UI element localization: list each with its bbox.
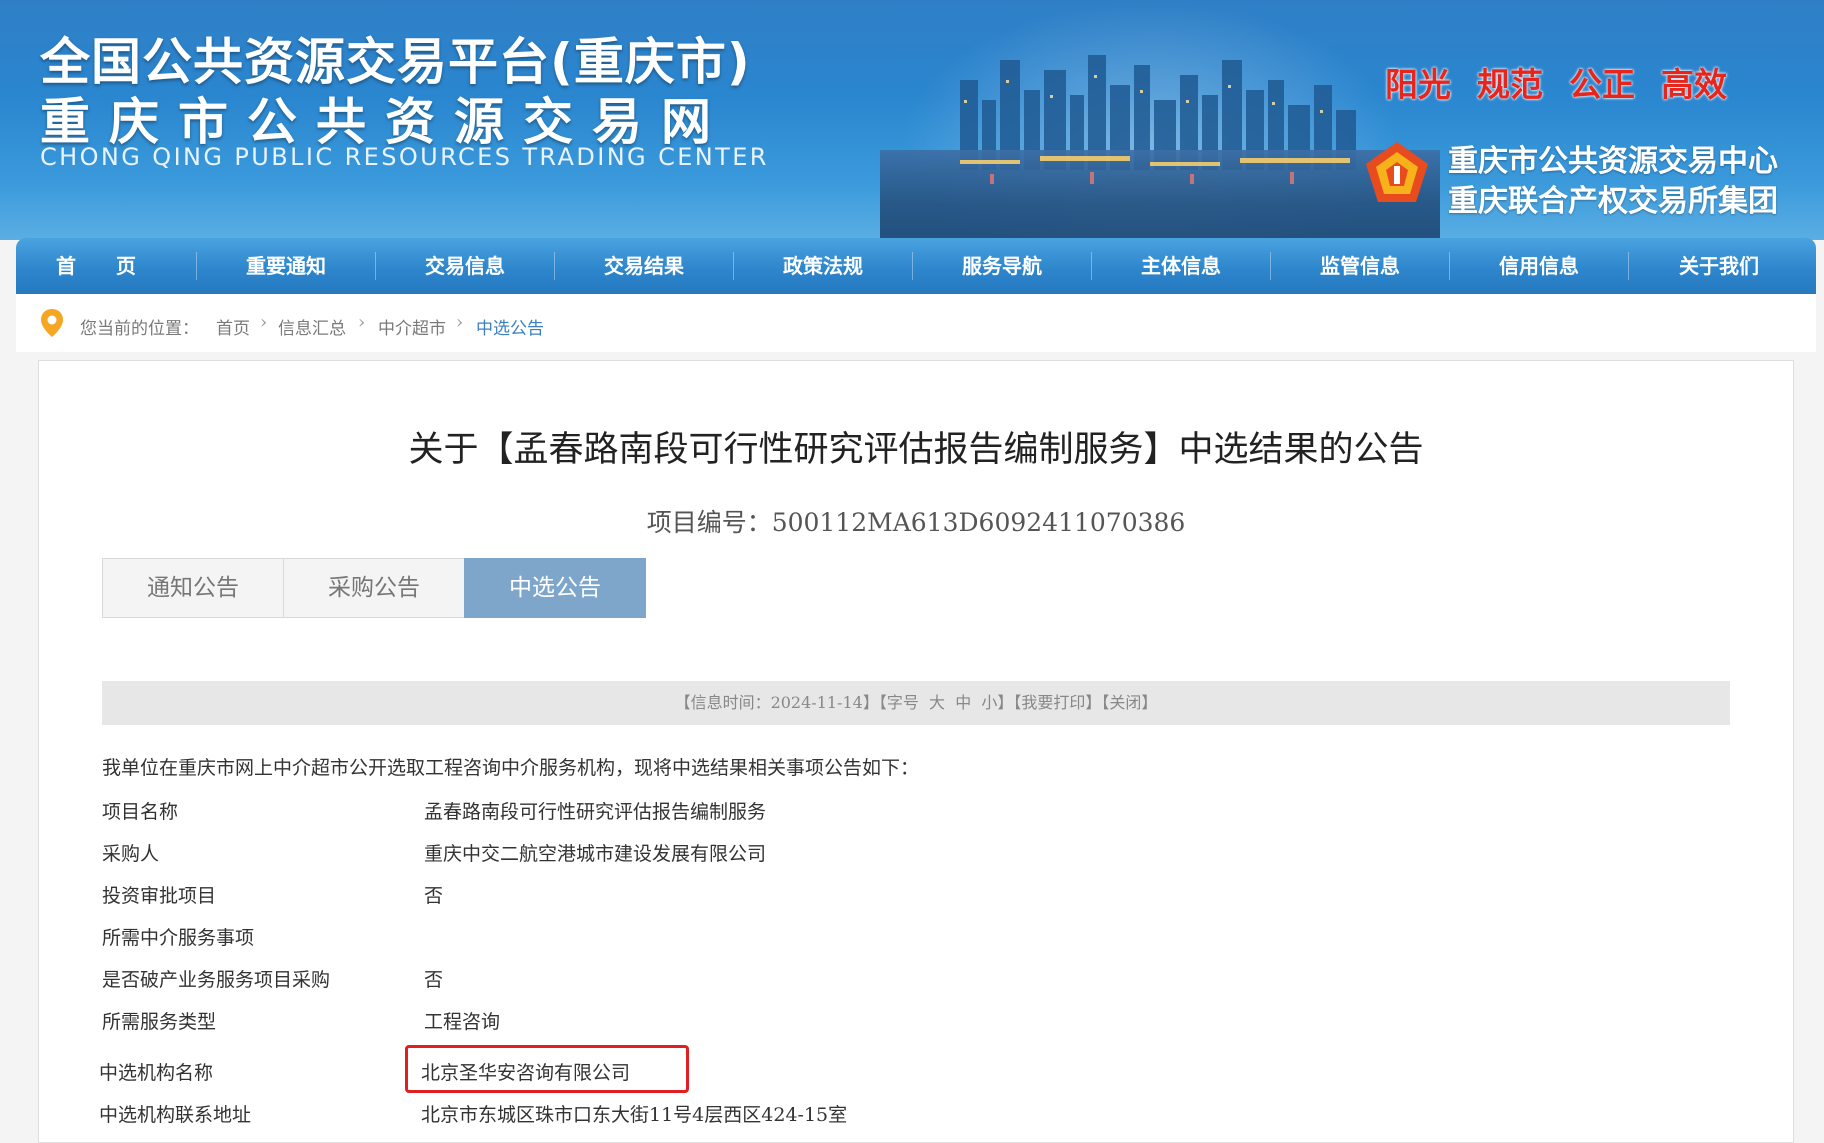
nav-service-guide[interactable]: 服务导航 bbox=[913, 238, 1091, 294]
nav-important-notice[interactable]: 重要通知 bbox=[197, 238, 375, 294]
breadcrumb-chevron-icon: › bbox=[260, 312, 268, 333]
detail-value: 工程咨询 bbox=[424, 1011, 501, 1033]
detail-key: 中选机构名称 bbox=[99, 1062, 214, 1084]
detail-key: 采购人 bbox=[102, 843, 160, 865]
nav-policy[interactable]: 政策法规 bbox=[734, 238, 912, 294]
tab-selection-result[interactable]: 中选公告 bbox=[464, 558, 646, 618]
breadcrumb-home[interactable]: 首页 bbox=[216, 314, 250, 339]
detail-key: 中选机构联系地址 bbox=[99, 1104, 252, 1126]
font-small-button[interactable]: 小】 bbox=[981, 693, 1013, 712]
site-banner: 全国公共资源交易平台(重庆市) 重庆市公共资源交易网 CHONG QING PU… bbox=[0, 0, 1824, 240]
org-name-line2: 重庆联合产权交易所集团 bbox=[1448, 184, 1778, 219]
tab-procurement[interactable]: 采购公告 bbox=[283, 558, 465, 618]
location-pin-icon bbox=[41, 309, 63, 337]
nav-supervision-info[interactable]: 监管信息 bbox=[1271, 238, 1449, 294]
slogan-3: 公正 bbox=[1569, 65, 1635, 104]
slogan-4: 高效 bbox=[1661, 65, 1727, 104]
breadcrumb-info-summary[interactable]: 信息汇总 bbox=[278, 314, 346, 339]
city-lights-image bbox=[960, 156, 1350, 184]
nav-about-us[interactable]: 关于我们 bbox=[1629, 238, 1809, 294]
nav-trade-results[interactable]: 交易结果 bbox=[555, 238, 733, 294]
font-medium-button[interactable]: 中 bbox=[955, 693, 971, 712]
detail-value: 重庆中交二航空港城市建设发展有限公司 bbox=[424, 843, 767, 865]
detail-key: 投资审批项目 bbox=[102, 885, 217, 907]
breadcrumb-agency-market[interactable]: 中介超市 bbox=[378, 314, 446, 339]
detail-value: 否 bbox=[424, 969, 444, 991]
highlight-box bbox=[405, 1045, 689, 1093]
detail-value: 孟春路南段可行性研究评估报告编制服务 bbox=[424, 801, 767, 823]
article-panel: 关于【孟春路南段可行性研究评估报告编制服务】中选结果的公告 项目编号：50011… bbox=[38, 360, 1794, 1143]
detail-value: 北京市东城区珠市口东大街11号4层西区424-15室 bbox=[421, 1104, 848, 1126]
detail-value: 否 bbox=[424, 885, 444, 907]
intro-text: 我单位在重庆市网上中介超市公开选取工程咨询中介服务机构，现将中选结果相关事项公告… bbox=[102, 757, 920, 779]
slogan-2: 规范 bbox=[1477, 65, 1543, 104]
font-size-label: 【字号 bbox=[878, 693, 919, 712]
breadcrumb-current[interactable]: 中选公告 bbox=[476, 314, 544, 339]
banner-title-english: CHONG QING PUBLIC RESOURCES TRADING CENT… bbox=[40, 143, 769, 171]
trading-center-logo-icon bbox=[1366, 142, 1428, 202]
close-button[interactable]: 【关闭】 bbox=[1101, 693, 1157, 712]
detail-key: 项目名称 bbox=[102, 801, 179, 823]
tab-notice[interactable]: 通知公告 bbox=[102, 558, 284, 618]
page-title: 关于【孟春路南段可行性研究评估报告编制服务】中选结果的公告 bbox=[408, 430, 1424, 470]
info-time: 【信息时间：2024-11-14】 bbox=[674, 693, 879, 712]
breadcrumb-chevron-icon: › bbox=[456, 312, 464, 333]
font-large-button[interactable]: 大 bbox=[929, 693, 945, 712]
slogan-1: 阳光 bbox=[1385, 65, 1451, 104]
nav-entity-info[interactable]: 主体信息 bbox=[1092, 238, 1270, 294]
breadcrumb-chevron-icon: › bbox=[358, 312, 366, 333]
nav-credit-info[interactable]: 信用信息 bbox=[1450, 238, 1628, 294]
main-nav: 首 页 重要通知 交易信息 交易结果 政策法规 服务导航 主体信息 监管信息 信… bbox=[16, 238, 1816, 294]
nav-trade-info[interactable]: 交易信息 bbox=[376, 238, 554, 294]
project-number: 项目编号：500112MA613D6092411070386 bbox=[646, 508, 1186, 537]
print-button[interactable]: 【我要打印】 bbox=[1013, 693, 1101, 712]
nav-home[interactable]: 首 页 bbox=[16, 238, 176, 294]
info-bar: 【信息时间：2024-11-14】【字号 大 中 小】【我要打印】【关闭】 bbox=[102, 681, 1730, 725]
detail-key: 是否破产业务服务项目采购 bbox=[102, 969, 331, 991]
breadcrumb-prefix: 您当前的位置： bbox=[80, 319, 199, 339]
breadcrumb: 您当前的位置： 首页 › 信息汇总 › 中介超市 › 中选公告 bbox=[16, 294, 1816, 352]
org-name-line1: 重庆市公共资源交易中心 bbox=[1448, 144, 1778, 179]
detail-key: 所需中介服务事项 bbox=[102, 927, 255, 949]
detail-key: 所需服务类型 bbox=[102, 1011, 217, 1033]
